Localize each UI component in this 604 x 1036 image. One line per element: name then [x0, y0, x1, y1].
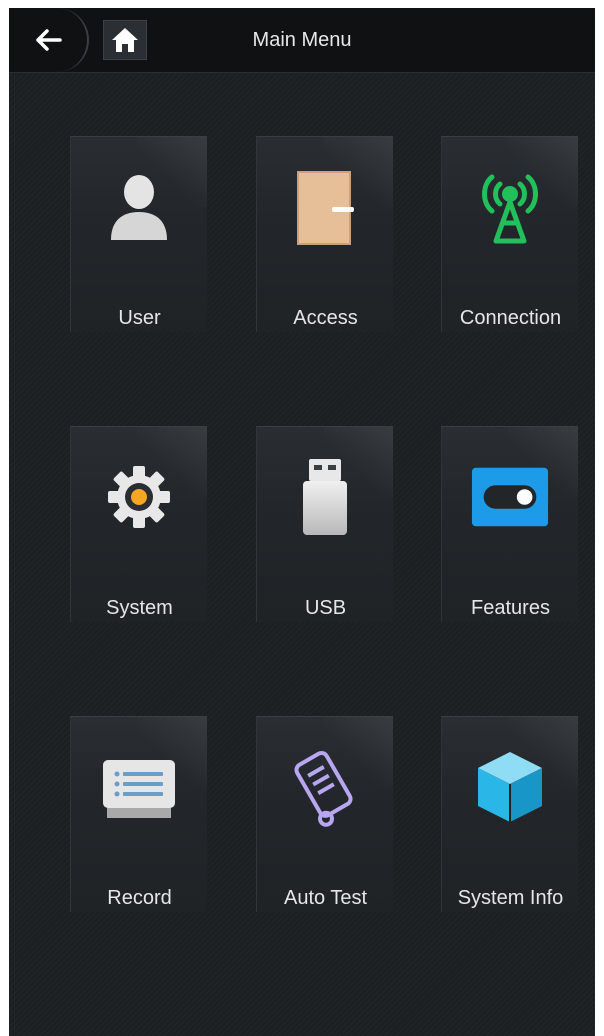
- home-icon: [112, 28, 138, 52]
- toggle-icon: [470, 457, 550, 537]
- menu-label: Access: [293, 307, 358, 329]
- home-button[interactable]: [103, 20, 147, 60]
- menu-tile-user[interactable]: User: [70, 136, 207, 332]
- menu-tile-auto-test[interactable]: Auto Test: [256, 716, 393, 912]
- menu-tile-system-info[interactable]: System Info: [441, 716, 578, 912]
- menu-tile-access[interactable]: Access: [256, 136, 393, 332]
- arrow-left-icon: [36, 29, 62, 51]
- menu-label: USB: [304, 597, 347, 619]
- page-title: Main Menu: [252, 29, 352, 51]
- record-icon: [99, 747, 179, 827]
- auto-test-icon: [285, 747, 365, 827]
- user-icon: [99, 167, 179, 247]
- usb-icon: [285, 457, 365, 537]
- menu-tile-system[interactable]: System: [70, 426, 207, 622]
- menu-tile-record[interactable]: Record: [70, 716, 207, 912]
- top-bar: Main Menu: [9, 8, 595, 73]
- menu-label: System: [106, 597, 173, 619]
- menu-label: Auto Test: [283, 887, 368, 909]
- menu-label: Record: [107, 887, 172, 909]
- menu-label: Connection: [459, 307, 562, 329]
- back-button[interactable]: [9, 8, 89, 72]
- door-icon: [285, 167, 365, 247]
- menu-tile-connection[interactable]: Connection: [441, 136, 578, 332]
- antenna-icon: [470, 167, 550, 247]
- menu-label: Features: [471, 597, 550, 619]
- menu-label: System Info: [457, 887, 564, 909]
- menu-tile-usb[interactable]: USB: [256, 426, 393, 622]
- screen: Main Menu User Access Connection System …: [9, 8, 595, 1036]
- menu-label: User: [118, 307, 161, 329]
- gear-icon: [99, 457, 179, 537]
- cube-icon: [470, 747, 550, 827]
- menu-tile-features[interactable]: Features: [441, 426, 578, 622]
